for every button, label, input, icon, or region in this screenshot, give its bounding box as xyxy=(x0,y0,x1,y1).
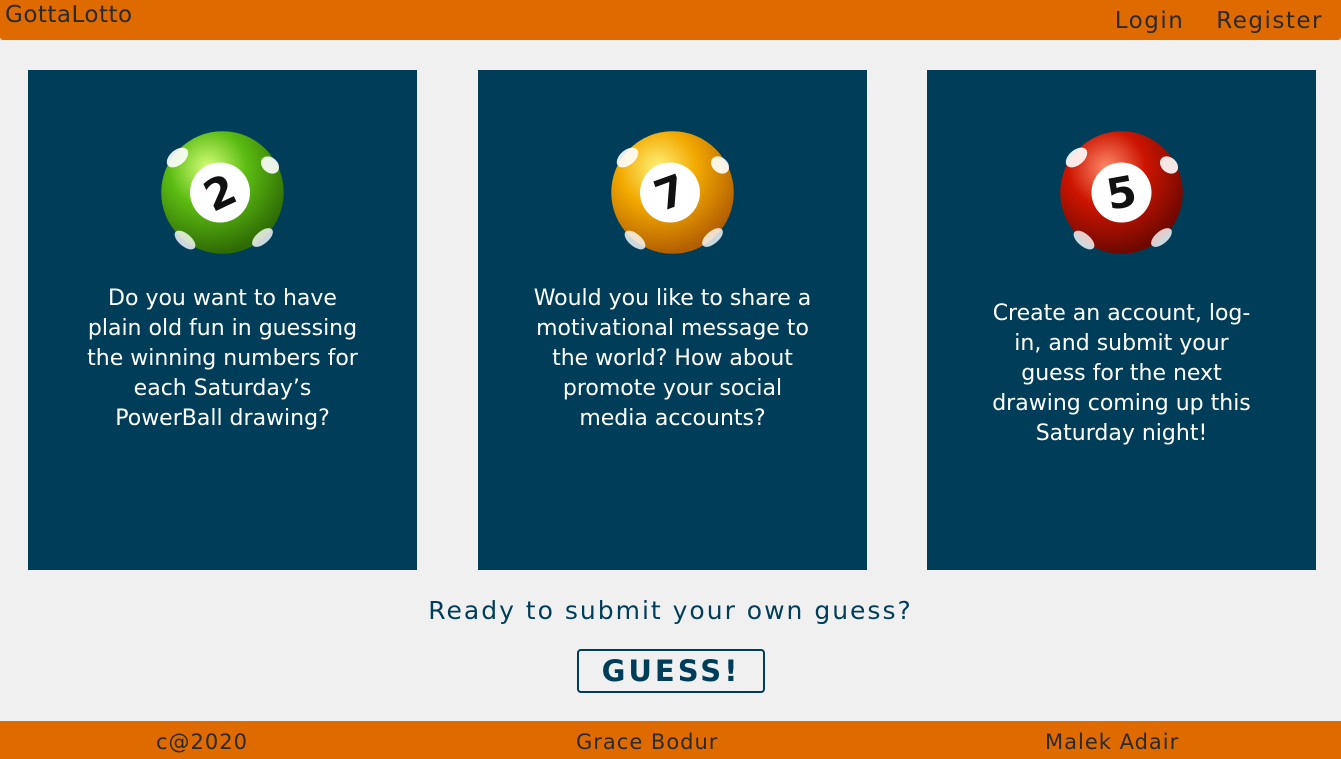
footer-author-1: Grace Bodur xyxy=(576,730,719,754)
guess-button[interactable]: GUESS! xyxy=(577,649,765,693)
card-text: Create an account, log-in, and submit yo… xyxy=(992,301,1251,446)
info-card-fun: 2 Do you want to have plain old fun in g… xyxy=(28,70,417,570)
top-navbar: GottaLotto Login Register xyxy=(0,0,1341,40)
footer: c@2020 Grace Bodur Malek Adair xyxy=(0,721,1341,759)
nav-links: Login Register xyxy=(1115,8,1323,34)
lottery-ball-icon: 5 xyxy=(1060,131,1183,254)
footer-author-2: Malek Adair xyxy=(1045,730,1180,754)
card-text: Would you like to share a motivational m… xyxy=(533,286,812,431)
register-link[interactable]: Register xyxy=(1216,8,1323,34)
card-text: Do you want to have plain old fun in gue… xyxy=(87,286,358,431)
lottery-ball-icon: 7 xyxy=(611,131,734,254)
info-card-message: 7 Would you like to share a motivational… xyxy=(478,70,867,570)
info-card-account: 5 Create an account, log-in, and submit … xyxy=(927,70,1316,570)
login-link[interactable]: Login xyxy=(1115,8,1185,34)
lottery-ball-icon: 2 xyxy=(161,131,284,254)
brand-logo-link[interactable]: GottaLotto xyxy=(5,2,133,28)
footer-copyright: c@2020 xyxy=(156,730,248,754)
guess-prompt: Ready to submit your own guess? xyxy=(428,596,913,625)
